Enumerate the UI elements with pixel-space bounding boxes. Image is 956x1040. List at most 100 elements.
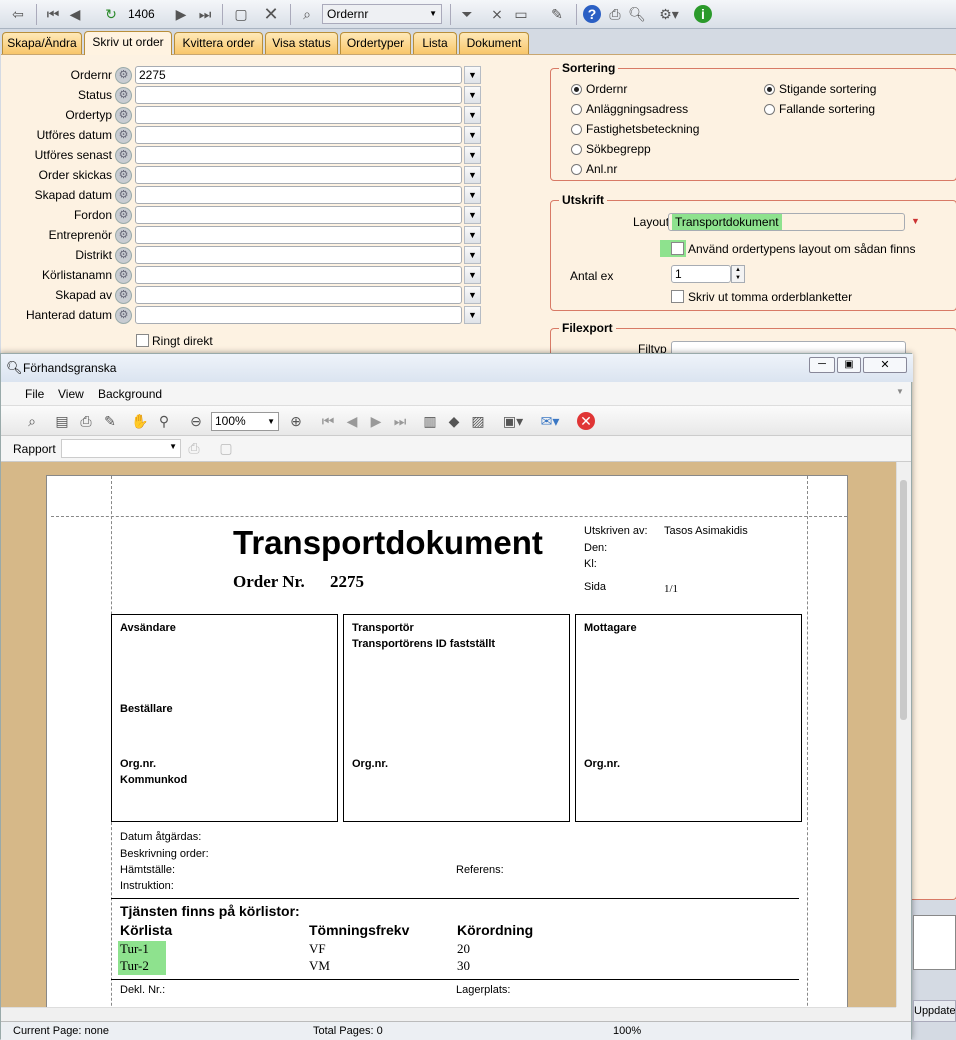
window-icon[interactable]: ▭ [512,5,530,23]
watermark-icon[interactable]: ▨ [469,412,487,430]
field-input-skapad-av[interactable] [135,286,462,304]
gear-icon[interactable]: ⚙ [115,167,132,184]
gear-icon[interactable]: ⚙ [115,127,132,144]
first-record-icon[interactable]: ⏮ [44,5,62,23]
layout-field[interactable]: Transportdokument [668,213,905,231]
info-icon[interactable]: i [694,5,712,23]
hand-tool-icon[interactable]: ✋ [131,412,149,430]
gear-icon[interactable]: ⚙ [115,87,132,104]
chevron-down-icon[interactable]: ▼ [464,286,481,304]
vertical-scroll-thumb[interactable] [900,480,907,720]
filter-icon[interactable]: ⏷ [458,5,476,23]
chevron-down-icon[interactable]: ▼ [464,306,481,324]
last-page-icon[interactable]: ⏭ [391,412,409,430]
next-record-icon[interactable]: ▶ [172,5,190,23]
antal-spinner[interactable]: ▲ ▼ [731,265,745,283]
rapport-select[interactable]: ▼ [61,439,181,458]
gear-icon[interactable]: ⚙ [115,107,132,124]
open-icon[interactable]: ▤ [53,412,71,430]
sort-fastighetsbeteckning-radio[interactable] [571,124,582,135]
first-page-icon[interactable]: ⏮ [319,412,337,430]
ringt-direkt-checkbox[interactable] [136,334,149,347]
tab-dokument[interactable]: Dokument [459,32,529,54]
search-field-select[interactable]: Ordernr ▼ [322,4,442,24]
chevron-down-icon[interactable]: ▼ [464,106,481,124]
zoom-out-icon[interactable]: ⊖ [187,412,205,430]
descending-radio[interactable] [764,104,775,115]
zoom-in-icon[interactable]: ⊕ [287,412,305,430]
field-input-fordon[interactable] [135,206,462,224]
export-icon[interactable]: ▣▾ [499,412,527,430]
print-icon[interactable]: ⎙ [606,5,624,23]
antal-ex-input[interactable]: 1 [671,265,731,283]
layout-dropdown-icon[interactable]: ▼ [907,213,924,231]
chevron-down-icon[interactable]: ▼ [464,126,481,144]
sort-anlaggningsadress-radio[interactable] [571,104,582,115]
gear-icon[interactable]: ⚙ [115,67,132,84]
binoculars-icon[interactable]: ⌕ [298,5,316,23]
chevron-down-icon[interactable]: ▼ [464,166,481,184]
magnifier-icon[interactable]: ⚲ [155,412,173,430]
horizontal-scrollbar[interactable] [1,1007,896,1021]
close-preview-icon[interactable]: ✕ [577,412,595,430]
gear-icon[interactable]: ⚙ [115,227,132,244]
gear-icon[interactable]: ⚙ [115,267,132,284]
chevron-down-icon[interactable]: ▼ [464,246,481,264]
chevron-down-icon[interactable]: ▼ [464,226,481,244]
page-setup-icon[interactable]: ✎ [101,412,119,430]
tab-visa-status[interactable]: Visa status [265,32,338,54]
sort-ordernr-radio[interactable] [571,84,582,95]
field-input-ordertyp[interactable] [135,106,462,124]
chevron-down-icon[interactable]: ▼ [464,206,481,224]
close-window-button[interactable]: ✕ [863,357,907,373]
refresh-icon[interactable]: ↻ [102,5,120,23]
chevron-down-icon[interactable]: ▼ [464,146,481,164]
gear-icon[interactable]: ⚙ [115,287,132,304]
field-input-utf-res-datum[interactable] [135,126,462,144]
print-icon[interactable]: ⎙ [77,412,95,430]
gear-icon[interactable]: ⚙ [115,247,132,264]
field-input-order-skickas[interactable] [135,166,462,184]
field-input-status[interactable] [135,86,462,104]
chevron-down-icon[interactable]: ▼ [464,66,481,84]
print-preview-icon[interactable]: 🔍︎ [628,5,646,23]
field-input-k-rlistanamn[interactable] [135,266,462,284]
field-input-ordernr[interactable]: 2275 [135,66,462,84]
field-input-hanterad-datum[interactable] [135,306,462,324]
edit-icon[interactable]: ✎ [548,5,566,23]
color-icon[interactable]: ◆ [445,412,463,430]
tab-lista[interactable]: Lista [413,32,457,54]
copy-icon[interactable]: ▢ [217,439,235,457]
sort-sokbegrepp-radio[interactable] [571,144,582,155]
find-icon[interactable]: ⌕ [23,412,41,430]
new-document-icon[interactable]: ▢ [232,5,250,23]
help-icon[interactable]: ? [583,5,601,23]
menu-chevron-icon[interactable]: ▼ [896,387,904,396]
tab-kvittera-order[interactable]: Kvittera order [174,32,263,54]
chevron-down-icon[interactable]: ▼ [464,186,481,204]
vertical-scrollbar[interactable] [896,462,911,1007]
print-report-icon[interactable]: ⎙ [185,439,203,457]
tab-skapa-andra[interactable]: Skapa/Ändra [2,32,82,54]
delete-icon[interactable]: ✕ [262,5,280,23]
gear-icon[interactable]: ⚙ [115,207,132,224]
menu-view[interactable]: View [58,387,84,401]
next-page-icon[interactable]: ▶ [367,412,385,430]
gear-icon[interactable]: ⚙ [115,307,132,324]
tools-dropdown-icon[interactable]: ⚙▾ [656,5,682,23]
tab-skriv-ut-order[interactable]: Skriv ut order [84,31,172,55]
previous-page-icon[interactable]: ◀ [343,412,361,430]
uppdaterad-button[interactable]: Uppdaterad [913,1000,956,1022]
field-input-skapad-datum[interactable] [135,186,462,204]
tab-ordertyper[interactable]: Ordertyper [340,32,411,54]
use-type-layout-checkbox[interactable] [671,242,684,255]
minimize-button[interactable]: ─ [809,357,835,373]
menu-file[interactable]: File [25,387,44,401]
print-empty-checkbox[interactable] [671,290,684,303]
menu-background[interactable]: Background [98,387,162,401]
clear-filter-icon[interactable]: ⨯ [488,5,506,23]
sort-anlnr-radio[interactable] [571,164,582,175]
back-arrow-icon[interactable]: ⇦ [9,5,27,23]
field-input-distrikt[interactable] [135,246,462,264]
last-record-icon[interactable]: ⏭ [196,5,214,23]
